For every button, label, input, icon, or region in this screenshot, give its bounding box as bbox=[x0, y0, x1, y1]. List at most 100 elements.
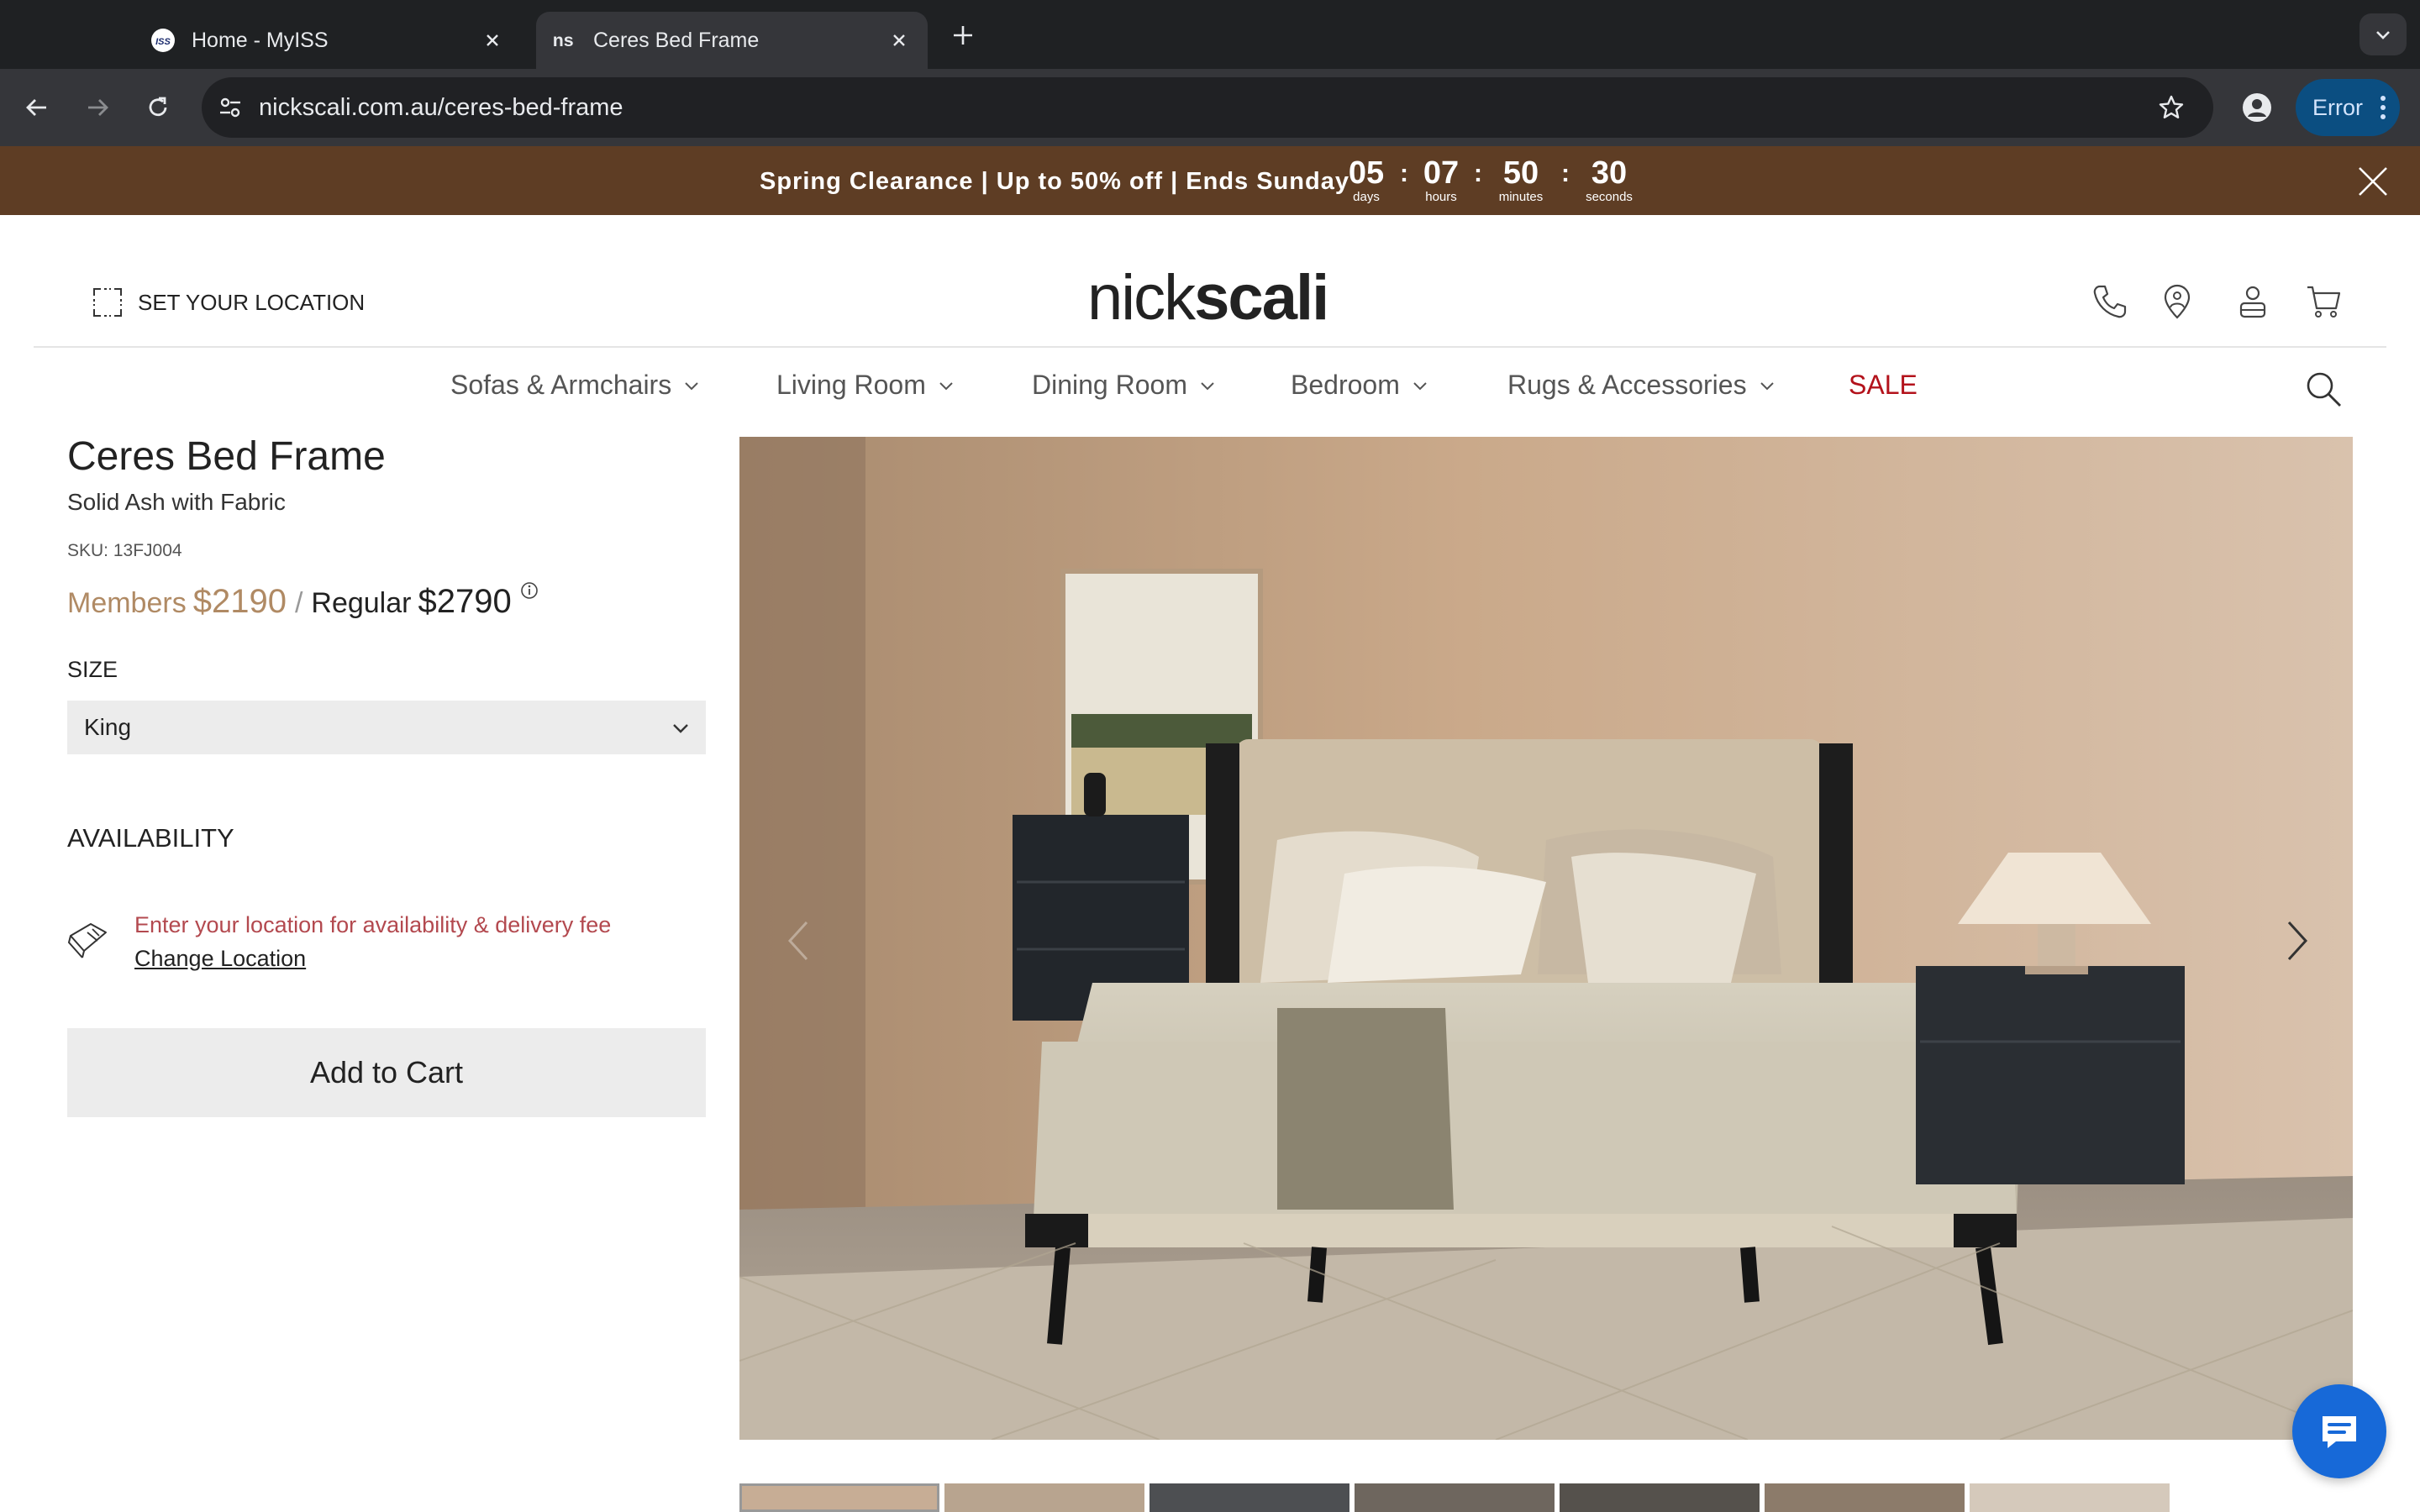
nav-item-sale[interactable]: SALE bbox=[1849, 370, 1918, 401]
nav-item-bedroom[interactable]: Bedroom bbox=[1291, 370, 1428, 401]
tab-title: Ceres Bed Frame bbox=[593, 28, 760, 52]
header-divider bbox=[34, 346, 2386, 348]
gallery-next-arrow[interactable] bbox=[2281, 916, 2314, 966]
browser-tab-strip: ISS Home - MyISS ns Ceres Bed Frame bbox=[0, 0, 2420, 69]
gallery-thumbnail[interactable] bbox=[1560, 1483, 1760, 1512]
product-price: Members $2190 / Regular $2790 bbox=[67, 581, 539, 621]
delivery-info-text: Enter your location for availability & d… bbox=[134, 912, 612, 937]
profile-error-button[interactable]: Error bbox=[2296, 79, 2400, 136]
countdown-separator: : bbox=[1400, 160, 1408, 187]
iss-favicon-text: ISS bbox=[155, 37, 171, 47]
gallery-thumbnail[interactable] bbox=[944, 1483, 1144, 1512]
arrow-left-icon bbox=[26, 99, 46, 116]
countdown-label: minutes bbox=[1498, 190, 1544, 204]
arrow-right-icon bbox=[88, 99, 108, 116]
tab-search-button[interactable] bbox=[2360, 13, 2407, 55]
browser-toolbar: nickscali.com.au/ceres-bed-frame Error bbox=[0, 69, 2420, 146]
more-vert-icon bbox=[2380, 94, 2386, 121]
chevron-down-icon bbox=[1760, 381, 1774, 390]
countdown-seconds: 30 seconds bbox=[1575, 156, 1644, 205]
gallery-thumbnail[interactable] bbox=[1355, 1483, 1555, 1512]
reload-button[interactable] bbox=[138, 87, 178, 128]
plus-icon bbox=[954, 26, 972, 45]
countdown-separator: : bbox=[1474, 160, 1482, 187]
gallery-thumbnail[interactable] bbox=[1765, 1483, 1965, 1512]
url-text: nickscali.com.au/ceres-bed-frame bbox=[259, 93, 623, 121]
logo-bold-text: scali bbox=[1194, 262, 1329, 333]
promo-banner: Spring Clearance | Up to 50% off | Ends … bbox=[0, 146, 2420, 215]
countdown-label: hours bbox=[1425, 190, 1457, 204]
nav-item-sofas-armchairs[interactable]: Sofas & Armchairs bbox=[450, 370, 700, 401]
new-tab-button[interactable] bbox=[946, 18, 980, 52]
chevron-down-icon bbox=[939, 381, 953, 390]
ns-favicon-text: ns bbox=[553, 30, 574, 50]
product-subtitle: Solid Ash with Fabric bbox=[67, 489, 286, 515]
product-sku: SKU: 13FJ004 bbox=[67, 541, 182, 560]
countdown-hours: 07 hours bbox=[1415, 156, 1467, 205]
change-location-link[interactable]: Change Location bbox=[134, 946, 306, 972]
gallery-thumbnail[interactable] bbox=[739, 1483, 939, 1512]
cart-icon[interactable] bbox=[2302, 281, 2344, 323]
countdown-value: 30 bbox=[1591, 155, 1628, 191]
tab-home-myiss[interactable]: ISS Home - MyISS bbox=[134, 12, 521, 69]
price-separator: / bbox=[294, 587, 303, 619]
chevron-down-icon bbox=[1201, 381, 1214, 390]
nav-item-label: SALE bbox=[1849, 370, 1918, 400]
size-select[interactable]: King bbox=[67, 701, 706, 754]
tab-ceres-bed-frame[interactable]: ns Ceres Bed Frame bbox=[536, 12, 928, 69]
gallery-thumbnail[interactable] bbox=[1970, 1483, 2170, 1512]
ns-favicon: ns bbox=[551, 27, 578, 54]
account-icon[interactable] bbox=[2232, 281, 2274, 323]
nav-item-label: Living Room bbox=[776, 370, 926, 400]
search-icon[interactable] bbox=[2304, 370, 2346, 412]
logo-light-text: nick bbox=[1087, 262, 1196, 333]
nav-item-living-room[interactable]: Living Room bbox=[776, 370, 955, 401]
nickscali-logo[interactable]: nickscali bbox=[1087, 260, 1329, 336]
profile-avatar-icon[interactable] bbox=[2233, 84, 2281, 131]
nav-item-label: Dining Room bbox=[1032, 370, 1187, 400]
members-price: $2190 bbox=[192, 583, 287, 620]
set-location-label: SET YOUR LOCATION bbox=[138, 289, 366, 315]
set-location-button[interactable]: SET YOUR LOCATION bbox=[91, 286, 365, 319]
countdown-minutes: 50 minutes bbox=[1487, 156, 1555, 205]
regular-price: $2790 bbox=[418, 583, 512, 620]
chevron-down-icon bbox=[685, 381, 698, 390]
chat-widget-button[interactable] bbox=[2292, 1384, 2386, 1478]
phone-icon[interactable] bbox=[2089, 281, 2131, 323]
address-bar[interactable]: nickscali.com.au/ceres-bed-frame bbox=[202, 77, 2213, 138]
countdown-label: seconds bbox=[1586, 190, 1633, 204]
countdown-value: 07 bbox=[1423, 155, 1460, 191]
bookmark-star-icon[interactable] bbox=[2154, 91, 2188, 124]
error-label: Error bbox=[2312, 94, 2363, 120]
gallery-prev-arrow[interactable] bbox=[781, 916, 815, 966]
delivery-truck-icon bbox=[66, 917, 113, 964]
countdown-label: days bbox=[1353, 190, 1380, 204]
store-locator-icon[interactable] bbox=[2156, 281, 2198, 323]
info-icon[interactable] bbox=[520, 581, 539, 600]
nav-item-label: Sofas & Armchairs bbox=[450, 370, 672, 400]
chevron-down-icon bbox=[673, 724, 688, 733]
add-to-cart-button[interactable]: Add to Cart bbox=[67, 1028, 706, 1117]
chevron-right-icon bbox=[2287, 921, 2308, 961]
members-label: Members bbox=[67, 587, 187, 619]
promo-close-icon[interactable] bbox=[2356, 165, 2390, 198]
forward-button[interactable] bbox=[77, 87, 118, 128]
chevron-down-icon bbox=[1413, 381, 1427, 390]
close-icon[interactable] bbox=[479, 27, 506, 54]
size-label: SIZE bbox=[67, 657, 118, 682]
back-button[interactable] bbox=[17, 87, 57, 128]
chat-bubble-icon bbox=[2323, 1416, 2356, 1448]
regular-label: Regular bbox=[311, 587, 412, 619]
nav-item-rugs-accessories[interactable]: Rugs & Accessories bbox=[1507, 370, 1776, 401]
promo-text: Spring Clearance | Up to 50% off | Ends … bbox=[760, 168, 1349, 195]
nav-item-label: Rugs & Accessories bbox=[1507, 370, 1747, 400]
gallery-thumbnail[interactable] bbox=[1150, 1483, 1349, 1512]
countdown-value: 50 bbox=[1502, 155, 1539, 191]
site-settings-icon[interactable] bbox=[212, 89, 249, 126]
gallery-thumbnails bbox=[739, 1483, 2170, 1512]
close-icon[interactable] bbox=[886, 27, 913, 54]
nav-item-label: Bedroom bbox=[1291, 370, 1400, 400]
size-selected-value: King bbox=[84, 714, 132, 740]
countdown-separator: : bbox=[1561, 160, 1570, 187]
nav-item-dining-room[interactable]: Dining Room bbox=[1032, 370, 1216, 401]
